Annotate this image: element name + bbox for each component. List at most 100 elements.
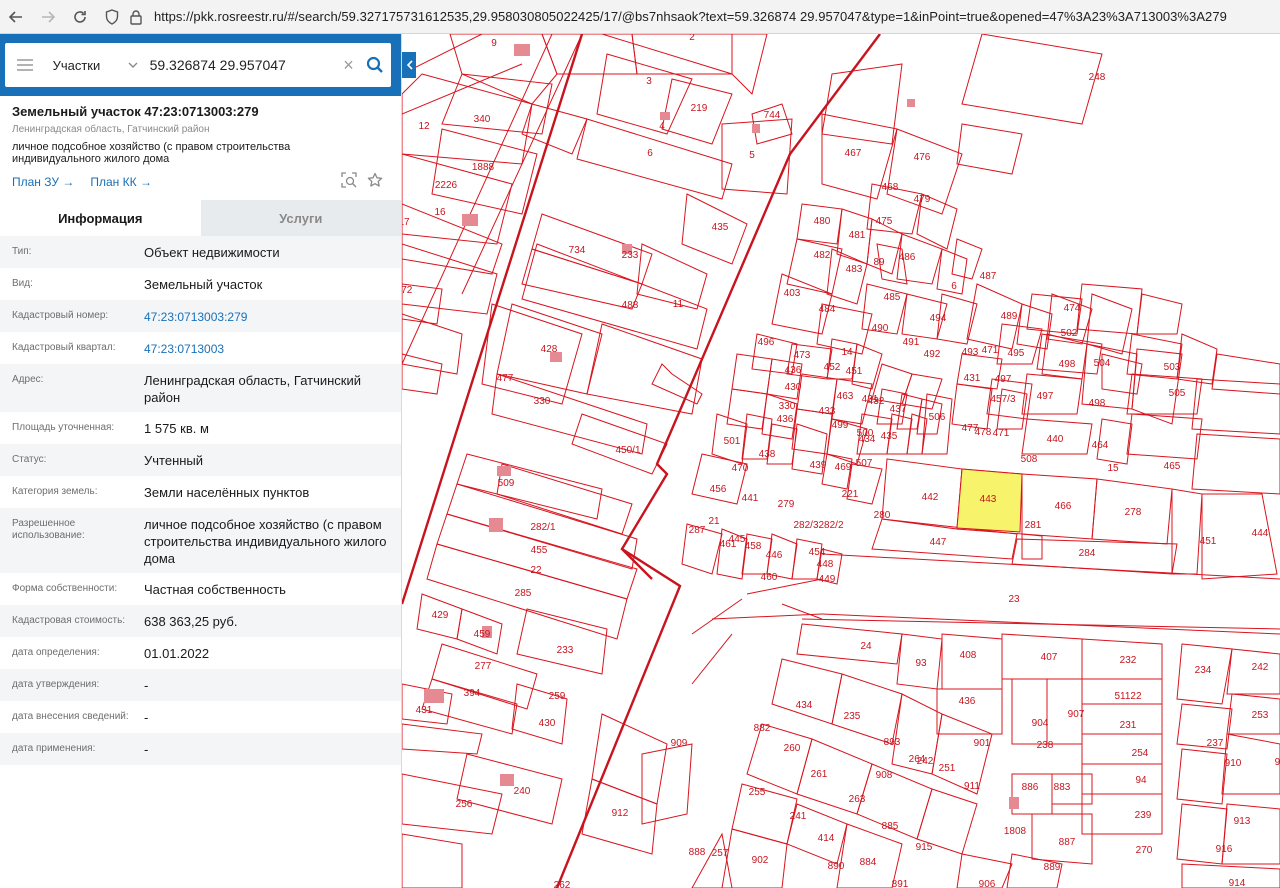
parcel-boundary[interactable] <box>831 673 903 745</box>
attribute-link[interactable]: 47:23:0713003 <box>144 332 389 364</box>
parcel-boundary[interactable] <box>601 34 768 95</box>
parcel-boundary[interactable] <box>1176 803 1228 865</box>
attribute-value: Земельный участок <box>144 277 263 292</box>
parcel-number-label: 885 <box>882 821 899 832</box>
parcel-boundary[interactable] <box>961 34 1103 125</box>
parcel-boundary[interactable] <box>691 453 748 505</box>
building <box>424 689 444 703</box>
category-select[interactable]: Участки <box>53 58 122 73</box>
parcel-boundary[interactable] <box>431 643 538 710</box>
parcel-boundary[interactable] <box>956 123 1023 175</box>
cadastral-map[interactable]: 9 2 248 3 219 744 4 5 340 12 467 476 1888 6 468 479 2226… <box>402 34 1280 888</box>
parcel-boundary[interactable] <box>641 743 693 825</box>
parcel-boundary[interactable] <box>402 833 463 888</box>
clear-icon[interactable]: × <box>338 55 360 76</box>
parcel-boundary[interactable] <box>1081 763 1163 795</box>
browser-toolbar: https://pkk.rosreestr.ru/#/search/59.327… <box>0 0 1280 34</box>
parcel-number-label: 887 <box>1059 837 1076 848</box>
object-header: Земельный участок 47:23:0713003:279 Лени… <box>0 96 401 190</box>
parcel-boundary[interactable] <box>1011 678 1048 745</box>
parcel-boundary[interactable] <box>1176 703 1233 750</box>
parcel-boundary[interactable] <box>941 633 1003 690</box>
parcel-boundary[interactable] <box>402 243 498 315</box>
parcel-boundary[interactable] <box>456 753 563 825</box>
parcel-boundary[interactable] <box>771 658 843 725</box>
map-canvas[interactable]: 9224832197444534012467 476188864684792226… <box>402 34 1280 888</box>
parcel-boundary[interactable] <box>1131 348 1183 425</box>
parcel-number-label: 257 <box>712 848 729 859</box>
arrow-right-icon: → <box>62 175 75 189</box>
address-bar[interactable]: https://pkk.rosreestr.ru/#/search/59.327… <box>100 3 1227 31</box>
tab-services[interactable]: Услуги <box>200 200 401 236</box>
plan-kk-link[interactable]: План КК → <box>90 175 152 189</box>
parcel-boundary[interactable] <box>1171 488 1203 575</box>
parcel-boundary[interactable] <box>402 73 533 165</box>
parcel-number-label: 240 <box>514 786 531 797</box>
parcel-number-label: 285 <box>515 588 532 599</box>
back-button[interactable] <box>0 1 32 33</box>
url-text[interactable]: https://pkk.rosreestr.ru/#/search/59.327… <box>154 9 1227 24</box>
parcel-boundary[interactable] <box>901 373 943 410</box>
parcel-boundary[interactable] <box>1021 533 1043 560</box>
parcel-boundary[interactable] <box>402 773 503 835</box>
parcel-boundary[interactable] <box>1191 378 1280 435</box>
parcel-boundary[interactable] <box>402 153 513 245</box>
tab-info[interactable]: Информация <box>0 200 201 236</box>
search-input[interactable]: 59.326874 29.957047 <box>150 57 338 73</box>
parcel-boundary[interactable] <box>731 353 773 395</box>
parcel-boundary[interactable] <box>1136 293 1183 335</box>
parcel-number-label: 891 <box>892 879 909 888</box>
parcel-number-label: 9 <box>491 38 497 49</box>
attribute-value: Ленинградская область, Гатчинский район <box>144 373 362 405</box>
parcel-number-label: 444 <box>1252 528 1269 539</box>
reload-button[interactable] <box>64 1 96 33</box>
parcel-boundary[interactable] <box>821 63 903 145</box>
parcel-boundary[interactable] <box>1081 733 1163 765</box>
parcel-boundary[interactable] <box>796 623 903 665</box>
quarter-border <box>555 34 881 888</box>
parcel-boundary[interactable] <box>1191 433 1280 495</box>
parcel-boundary[interactable] <box>931 713 993 795</box>
parcel-boundary[interactable] <box>571 413 668 475</box>
parcel-boundary[interactable] <box>521 103 588 155</box>
parcel-boundary[interactable] <box>456 453 603 520</box>
parcel-boundary[interactable] <box>1221 803 1280 865</box>
parcel-boundary[interactable] <box>786 238 843 295</box>
parcel-boundary[interactable] <box>631 34 733 75</box>
parcel-number-label: 251 <box>939 763 956 774</box>
parcel-boundary[interactable] <box>746 723 813 795</box>
search-button[interactable] <box>359 43 391 87</box>
parcel-boundary[interactable] <box>491 373 648 455</box>
parcel-boundary[interactable] <box>591 713 668 805</box>
parcel-boundary[interactable] <box>596 53 693 135</box>
chevron-down-icon[interactable] <box>122 43 144 87</box>
parcel-boundary[interactable] <box>441 73 553 135</box>
parcel-boundary[interactable] <box>576 118 733 200</box>
attribute-link[interactable]: 47:23:0713003:279 <box>144 300 389 332</box>
parcel-edge <box>691 633 733 685</box>
parcel-boundary[interactable] <box>402 723 483 755</box>
building <box>660 112 670 120</box>
star-icon[interactable] <box>367 172 383 193</box>
parcel-boundary[interactable] <box>521 243 708 350</box>
parcel-boundary[interactable] <box>1211 353 1280 395</box>
parcel-boundary[interactable] <box>481 303 583 405</box>
collapse-panel-button[interactable] <box>402 52 416 78</box>
parcel-boundary[interactable] <box>449 34 558 105</box>
building <box>1009 797 1019 809</box>
parcel-number-label: 479 <box>914 194 931 205</box>
attribute-value: - <box>144 742 149 757</box>
parcel-boundary[interactable] <box>726 388 768 430</box>
parcel-boundary[interactable] <box>516 608 608 675</box>
hamburger-menu-icon[interactable] <box>5 43 45 87</box>
parcel-boundary[interactable] <box>402 353 443 395</box>
plan-zu-link[interactable]: План ЗУ → <box>12 175 74 189</box>
forward-button[interactable] <box>32 1 64 33</box>
parcel-boundary[interactable] <box>1176 748 1228 805</box>
parcel-boundary[interactable] <box>1126 373 1203 415</box>
parcel-number-label: 509 <box>498 478 515 489</box>
parcel-number-label: 888 <box>689 847 706 858</box>
parcel-boundary[interactable] <box>1176 333 1218 385</box>
zoom-to-object-icon[interactable] <box>341 171 357 193</box>
parcel-boundary[interactable] <box>691 832 733 888</box>
